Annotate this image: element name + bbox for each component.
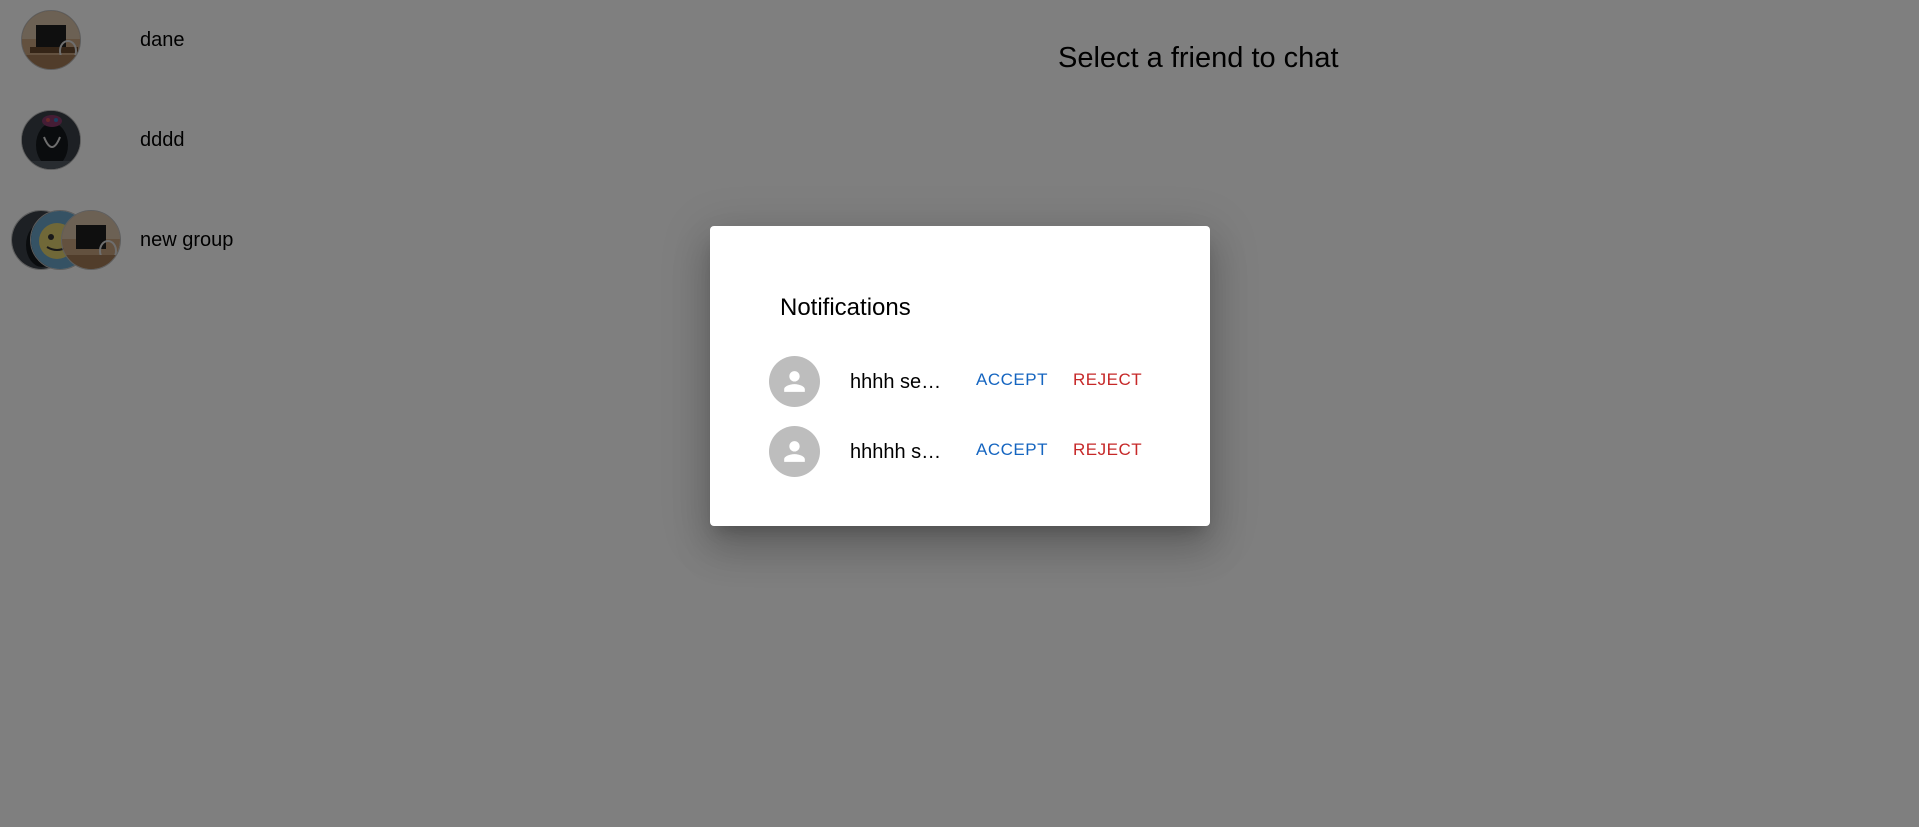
- reject-button[interactable]: Reject: [1065, 362, 1150, 398]
- notification-text: hhhh sent you a friend request: [850, 371, 952, 393]
- person-icon: [784, 371, 805, 392]
- person-icon: [784, 441, 805, 462]
- default-user-avatar: [769, 356, 820, 407]
- notification-text: hhhhh sent you a friend request: [850, 441, 952, 463]
- notification-item: hhhh sent you a friend request Accept Re…: [769, 356, 1169, 408]
- dialog-title: Notifications: [780, 294, 911, 321]
- default-user-avatar: [769, 426, 820, 477]
- reject-button[interactable]: Reject: [1065, 432, 1150, 468]
- notification-item: hhhhh sent you a friend request Accept R…: [769, 426, 1169, 478]
- notifications-dialog: Notifications hhhh sent you a friend req…: [710, 226, 1210, 526]
- accept-button[interactable]: Accept: [968, 432, 1056, 468]
- accept-button[interactable]: Accept: [968, 362, 1056, 398]
